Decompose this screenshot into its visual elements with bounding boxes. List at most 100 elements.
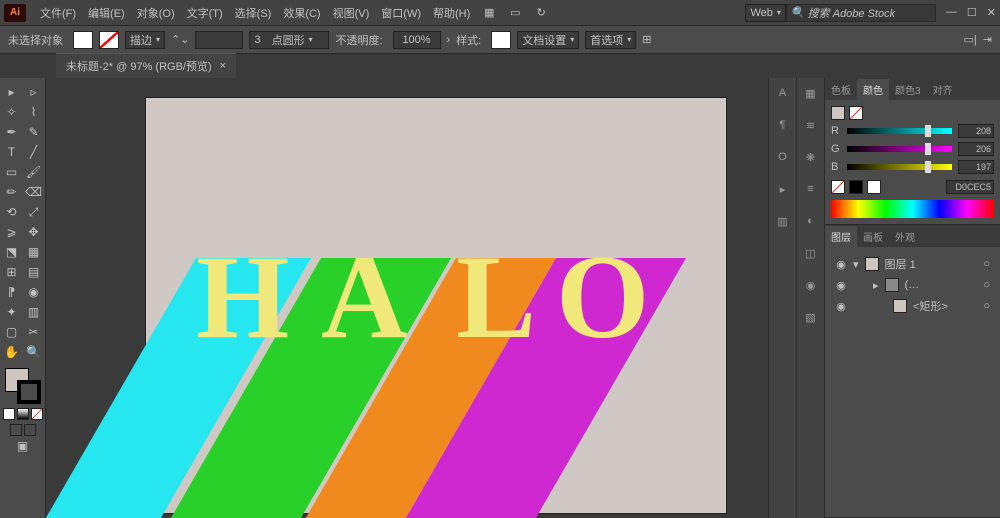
transparency-panel-icon[interactable]: ◫ — [802, 244, 820, 262]
rectangle-tool[interactable]: ▭ — [1, 162, 23, 182]
direct-selection-tool[interactable]: ▹ — [23, 82, 45, 102]
menu-window[interactable]: 窗口(W) — [375, 2, 427, 24]
layer-item[interactable]: ◉ <矩形> ○ — [831, 295, 994, 317]
tab-color-guide[interactable]: 颜色3 — [889, 79, 927, 100]
screen-mode-row[interactable] — [10, 424, 36, 436]
menu-view[interactable]: 视图(V) — [327, 2, 376, 24]
transform-panel-icon[interactable]: ▸ — [774, 180, 792, 198]
screen-mode-button[interactable]: ▣ — [12, 436, 34, 456]
magic-wand-tool[interactable]: ✧ — [1, 102, 23, 122]
panel-toggle-icon[interactable]: ▭| — [964, 33, 977, 46]
tab-layers[interactable]: 图层 — [825, 226, 857, 247]
brushes-panel-icon[interactable]: ≋ — [802, 116, 820, 134]
minimize-button[interactable]: — — [946, 6, 957, 19]
symbols-panel-icon[interactable]: ❋ — [802, 148, 820, 166]
visibility-toggle[interactable]: ◉ — [835, 258, 847, 271]
prefs-button[interactable]: 首选项 — [585, 31, 636, 49]
stroke-menu[interactable]: 描边 — [125, 31, 165, 49]
color-fill-swatch[interactable] — [831, 106, 845, 120]
opacity-field[interactable]: 100% — [393, 31, 441, 49]
workspace-switcher[interactable]: Web — [745, 4, 785, 22]
blend-tool[interactable]: ◉ — [23, 282, 45, 302]
shape-builder-tool[interactable]: ⬔ — [1, 242, 23, 262]
maximize-button[interactable]: ☐ — [967, 6, 977, 19]
tab-color[interactable]: 颜色 — [857, 79, 889, 100]
zoom-tool[interactable]: 🔍 — [23, 342, 45, 362]
gradient-panel-icon[interactable]: ◐ — [802, 212, 820, 230]
opacity-flyout[interactable]: › — [447, 34, 451, 46]
gradient-tool[interactable]: ▤ — [23, 262, 45, 282]
menu-select[interactable]: 选择(S) — [229, 2, 278, 24]
stock-search[interactable]: 🔍 搜索 Adobe Stock — [786, 4, 936, 22]
target-icon[interactable]: ○ — [983, 300, 990, 312]
hex-field[interactable]: D0CEC5 — [946, 180, 994, 194]
stroke-swatch[interactable] — [99, 31, 119, 49]
scale-tool[interactable]: ⤢ — [23, 202, 45, 222]
stroke-profile[interactable]: 3 点圆形 — [249, 31, 329, 49]
arrange-icon[interactable]: ▭ — [506, 4, 524, 22]
visibility-toggle[interactable]: ◉ — [835, 300, 847, 313]
lasso-tool[interactable]: ⌇ — [23, 102, 45, 122]
black-swatch[interactable] — [849, 180, 863, 194]
opentype-panel-icon[interactable]: O — [774, 148, 792, 166]
menu-edit[interactable]: 编辑(E) — [82, 2, 131, 24]
slider-r[interactable]: R208 — [831, 124, 994, 138]
color-stroke-swatch[interactable] — [849, 106, 863, 120]
paintbrush-tool[interactable]: 🖌 — [23, 162, 45, 182]
tab-artboards[interactable]: 画板 — [857, 226, 889, 247]
canvas[interactable]: H A L O — [46, 78, 768, 518]
mesh-tool[interactable]: ⊞ — [1, 262, 23, 282]
close-button[interactable]: ✕ — [987, 6, 996, 19]
doc-setup-button[interactable]: 文档设置 — [517, 31, 579, 49]
white-swatch[interactable] — [867, 180, 881, 194]
shaper-tool[interactable]: ✏ — [1, 182, 23, 202]
fill-stroke-control[interactable] — [5, 368, 41, 404]
selection-tool[interactable]: ▸ — [1, 82, 23, 102]
graph-tool[interactable]: ▥ — [23, 302, 45, 322]
hand-tool[interactable]: ✋ — [1, 342, 23, 362]
tab-swatches[interactable]: 色板 — [825, 79, 857, 100]
graphic-styles-panel-icon[interactable]: ▧ — [802, 308, 820, 326]
stroke-width-stepper[interactable]: ⌃⌄ — [171, 33, 189, 46]
paragraph-panel-icon[interactable]: ¶ — [774, 116, 792, 134]
tab-align2[interactable]: 对齐 — [927, 79, 959, 100]
eyedropper-tool[interactable]: ⁋ — [1, 282, 23, 302]
color-mode-row[interactable] — [3, 408, 43, 420]
slider-b[interactable]: B197 — [831, 160, 994, 174]
disclosure-icon[interactable]: ▾ — [853, 258, 859, 271]
color-spectrum[interactable] — [831, 200, 994, 218]
menu-file[interactable]: 文件(F) — [34, 2, 82, 24]
slider-g[interactable]: G206 — [831, 142, 994, 156]
rotate-tool[interactable]: ⟲ — [1, 202, 23, 222]
symbol-sprayer-tool[interactable]: ✦ — [1, 302, 23, 322]
swatches-panel-icon[interactable]: ▦ — [802, 84, 820, 102]
menu-help[interactable]: 帮助(H) — [427, 2, 476, 24]
layer-item[interactable]: ◉ ▾ 图层 1 ○ — [831, 253, 994, 275]
perspective-tool[interactable]: ▦ — [23, 242, 45, 262]
curvature-tool[interactable]: ✎ — [23, 122, 45, 142]
type-tool[interactable]: T — [1, 142, 23, 162]
collapse-icon[interactable]: ⇥ — [983, 33, 992, 46]
artboard-tool[interactable]: ▢ — [1, 322, 23, 342]
align-icon[interactable]: ⊞ — [642, 33, 651, 46]
document-tab[interactable]: 未标题-2* @ 97% (RGB/预览) × — [56, 53, 236, 78]
character-panel-icon[interactable]: A — [774, 84, 792, 102]
none-swatch[interactable] — [831, 180, 845, 194]
menu-type[interactable]: 文字(T) — [181, 2, 229, 24]
menu-effect[interactable]: 效果(C) — [277, 2, 326, 24]
fill-swatch[interactable] — [73, 31, 93, 49]
eraser-tool[interactable]: ⌫ — [23, 182, 45, 202]
free-transform-tool[interactable]: ✥ — [23, 222, 45, 242]
style-swatch[interactable] — [491, 31, 511, 49]
align-panel-icon[interactable]: ▥ — [774, 212, 792, 230]
visibility-toggle[interactable]: ◉ — [835, 279, 847, 292]
width-tool[interactable]: ⩾ — [1, 222, 23, 242]
line-tool[interactable]: ╱ — [23, 142, 45, 162]
pen-tool[interactable]: ✒ — [1, 122, 23, 142]
bridge-icon[interactable]: ▦ — [480, 4, 498, 22]
slice-tool[interactable]: ✂ — [23, 322, 45, 342]
tab-appearance[interactable]: 外观 — [889, 226, 921, 247]
stroke-width-field[interactable] — [195, 31, 243, 49]
layer-item[interactable]: ◉ ▸ (… ○ — [831, 275, 994, 295]
sync-icon[interactable]: ↻ — [532, 4, 550, 22]
